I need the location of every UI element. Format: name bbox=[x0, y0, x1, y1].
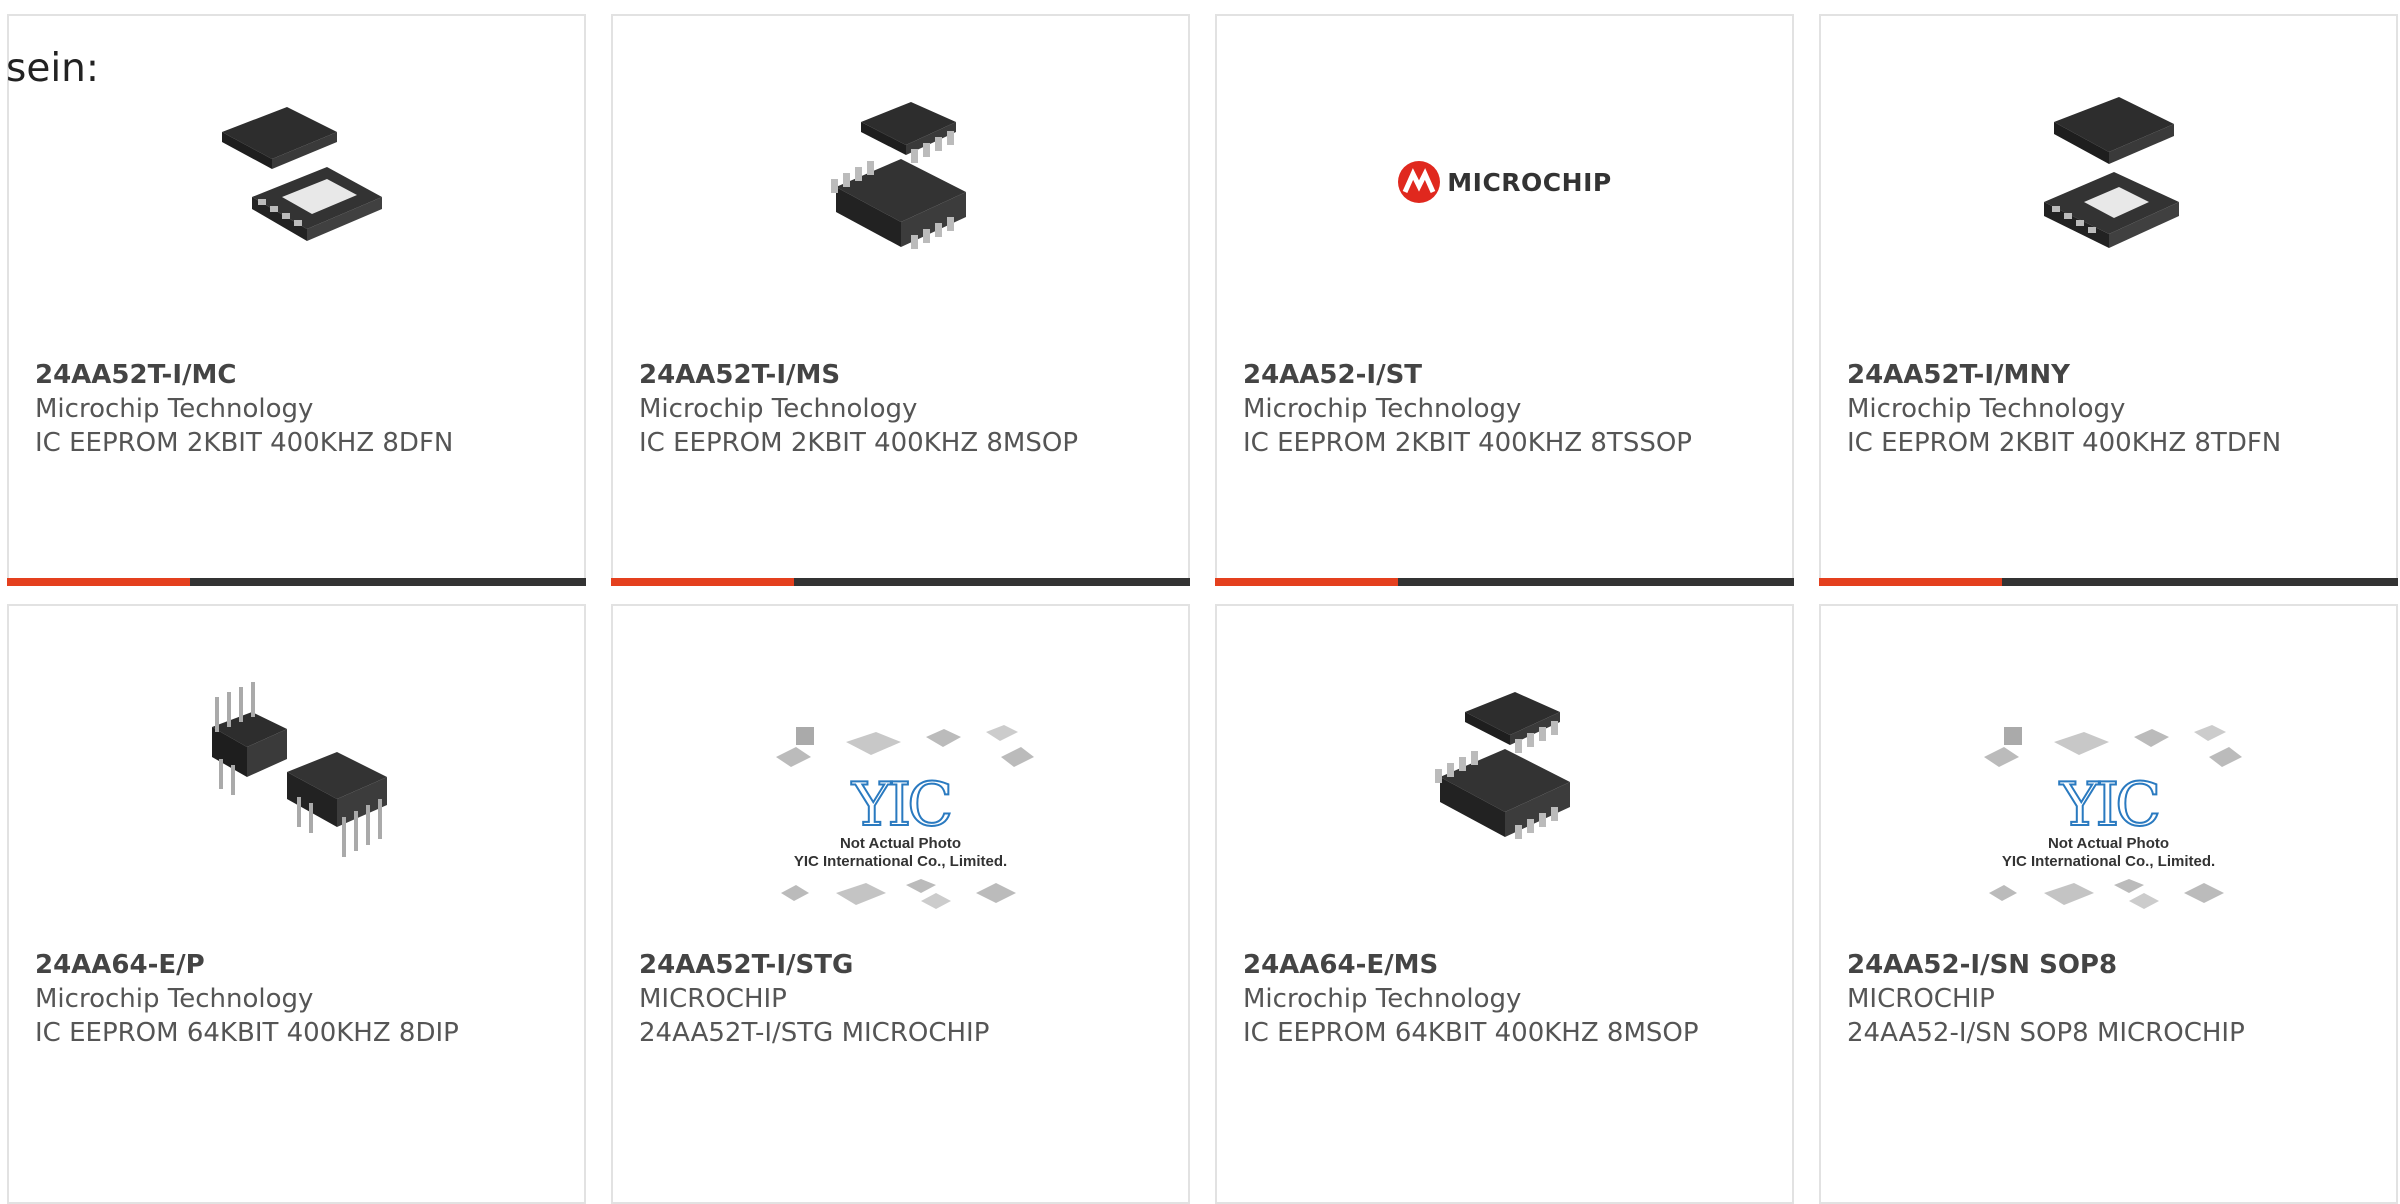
product-card[interactable]: 24AA52T-I/MS Microchip Technology IC EEP… bbox=[611, 14, 1190, 586]
part-number-link[interactable]: 24AA52T-I/MS bbox=[639, 358, 1168, 392]
description: IC EEPROM 2KBIT 400KHZ 8MSOP bbox=[639, 428, 1079, 458]
part-number-link[interactable]: 24AA52T-I/MNY bbox=[1847, 358, 2376, 392]
part-number-link[interactable]: 24AA52T-I/MC bbox=[35, 358, 564, 392]
msop-8-chip-icon bbox=[801, 82, 1001, 282]
description: 24AA52-I/SN SOP8 MICROCHIP bbox=[1847, 1018, 2245, 1048]
description: IC EEPROM 64KBIT 400KHZ 8DIP bbox=[35, 1018, 459, 1048]
manufacturer: Microchip Technology bbox=[1243, 984, 1522, 1014]
description: 24AA52T-I/STG MICROCHIP bbox=[639, 1018, 990, 1048]
product-card[interactable]: 24AA52T-I/MC Microchip Technology IC EEP… bbox=[7, 14, 586, 586]
yic-company-caption: YIC International Co., Limited. bbox=[2001, 853, 2216, 870]
product-card[interactable]: YIC Not Actual Photo YIC International C… bbox=[611, 604, 1190, 1204]
description: IC EEPROM 2KBIT 400KHZ 8TSSOP bbox=[1243, 428, 1692, 458]
dip-8-chip-icon bbox=[197, 672, 397, 872]
yic-company-caption: YIC International Co., Limited. bbox=[793, 853, 1008, 870]
microchip-logo: MICROCHIP bbox=[1375, 82, 1635, 282]
part-number-link[interactable]: 24AA64-E/MS bbox=[1243, 948, 1772, 982]
manufacturer: Microchip Technology bbox=[35, 984, 314, 1014]
product-card[interactable]: 24AA64-E/MS Microchip Technology IC EEPR… bbox=[1215, 604, 1794, 1204]
intro-text: sein: bbox=[6, 46, 100, 91]
manufacturer: MICROCHIP bbox=[1847, 984, 1995, 1014]
yic-placeholder: YIC Not Actual Photo YIC International C… bbox=[1969, 694, 2249, 934]
yic-logo: YIC bbox=[2059, 770, 2162, 840]
card-accent-bar bbox=[1215, 578, 1794, 586]
manufacturer: Microchip Technology bbox=[1243, 394, 1522, 424]
part-number-link[interactable]: 24AA52-I/ST bbox=[1243, 358, 1772, 392]
product-card[interactable]: MICROCHIP 24AA52-I/ST Microchip Technolo… bbox=[1215, 14, 1794, 586]
description: IC EEPROM 2KBIT 400KHZ 8DFN bbox=[35, 428, 454, 458]
manufacturer: Microchip Technology bbox=[1847, 394, 2126, 424]
product-card[interactable]: 24AA64-E/P Microchip Technology IC EEPRO… bbox=[7, 604, 586, 1204]
product-grid: 24AA52T-I/MC Microchip Technology IC EEP… bbox=[0, 0, 2400, 1204]
product-card[interactable]: 24AA52T-I/MNY Microchip Technology IC EE… bbox=[1819, 14, 2398, 586]
card-accent-bar bbox=[611, 578, 1190, 586]
manufacturer: Microchip Technology bbox=[35, 394, 314, 424]
yic-placeholder: YIC Not Actual Photo YIC International C… bbox=[761, 694, 1041, 934]
yic-logo: YIC bbox=[851, 770, 954, 840]
part-number-link[interactable]: 24AA52T-I/STG bbox=[639, 948, 1168, 982]
part-number-link[interactable]: 24AA52-I/SN SOP8 bbox=[1847, 948, 2376, 982]
not-actual-photo-caption: Not Actual Photo bbox=[2047, 835, 2170, 852]
microchip-logo-text: MICROCHIP bbox=[1447, 167, 1612, 197]
description: IC EEPROM 2KBIT 400KHZ 8TDFN bbox=[1847, 428, 2282, 458]
description: IC EEPROM 64KBIT 400KHZ 8MSOP bbox=[1243, 1018, 1699, 1048]
card-accent-bar bbox=[1819, 578, 2398, 586]
msop-8-chip-icon bbox=[1405, 672, 1605, 872]
manufacturer: MICROCHIP bbox=[639, 984, 787, 1014]
part-number-link[interactable]: 24AA64-E/P bbox=[35, 948, 564, 982]
tdfn-8-chip-icon bbox=[2009, 82, 2209, 282]
product-card[interactable]: YIC Not Actual Photo YIC International C… bbox=[1819, 604, 2398, 1204]
card-accent-bar bbox=[7, 578, 586, 586]
dfn-8-chip-icon bbox=[197, 82, 397, 282]
manufacturer: Microchip Technology bbox=[639, 394, 918, 424]
not-actual-photo-caption: Not Actual Photo bbox=[839, 835, 962, 852]
